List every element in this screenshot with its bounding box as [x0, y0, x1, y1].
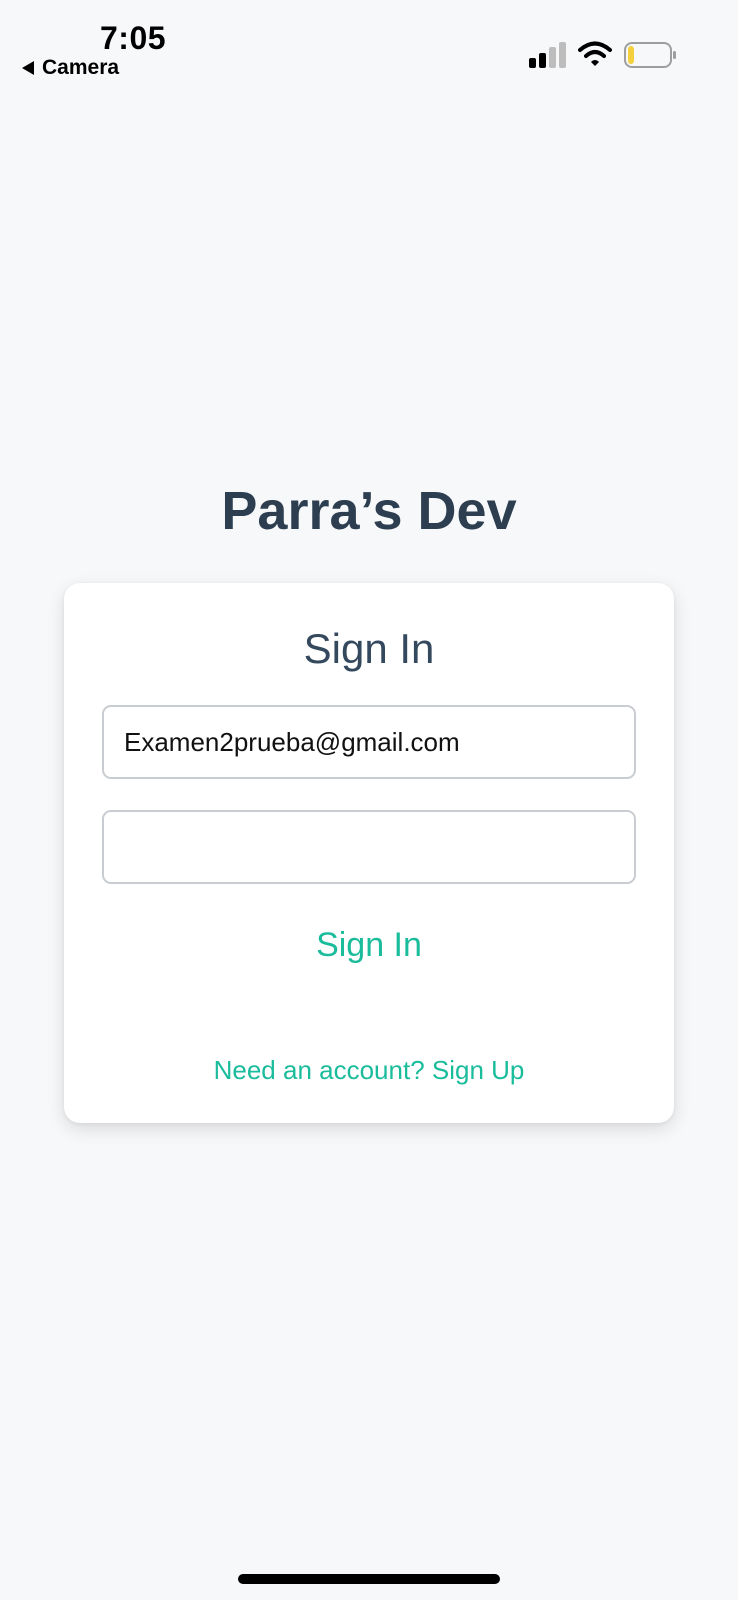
back-arrow-icon — [22, 61, 34, 75]
home-indicator[interactable] — [238, 1574, 500, 1584]
sign-in-heading: Sign In — [303, 625, 435, 672]
status-time: 7:05 — [100, 20, 167, 56]
app-title: Parra’s Dev — [221, 481, 517, 541]
battery-level — [628, 46, 634, 64]
back-to-camera-link[interactable]: Camera — [22, 56, 119, 80]
sign-in-button[interactable]: Sign In — [64, 928, 674, 962]
sign-in-card: Sign In Sign In Need an account? Sign Up — [64, 583, 674, 1123]
cellular-signal-icon — [529, 42, 566, 68]
sign-up-link[interactable]: Need an account? Sign Up — [64, 1055, 674, 1086]
password-input[interactable] — [102, 810, 636, 884]
battery-icon — [624, 42, 676, 68]
status-bar: 7:05 Camera — [0, 0, 738, 100]
back-link-label: Camera — [42, 56, 120, 79]
wifi-icon — [578, 41, 612, 66]
email-input[interactable] — [102, 705, 636, 779]
